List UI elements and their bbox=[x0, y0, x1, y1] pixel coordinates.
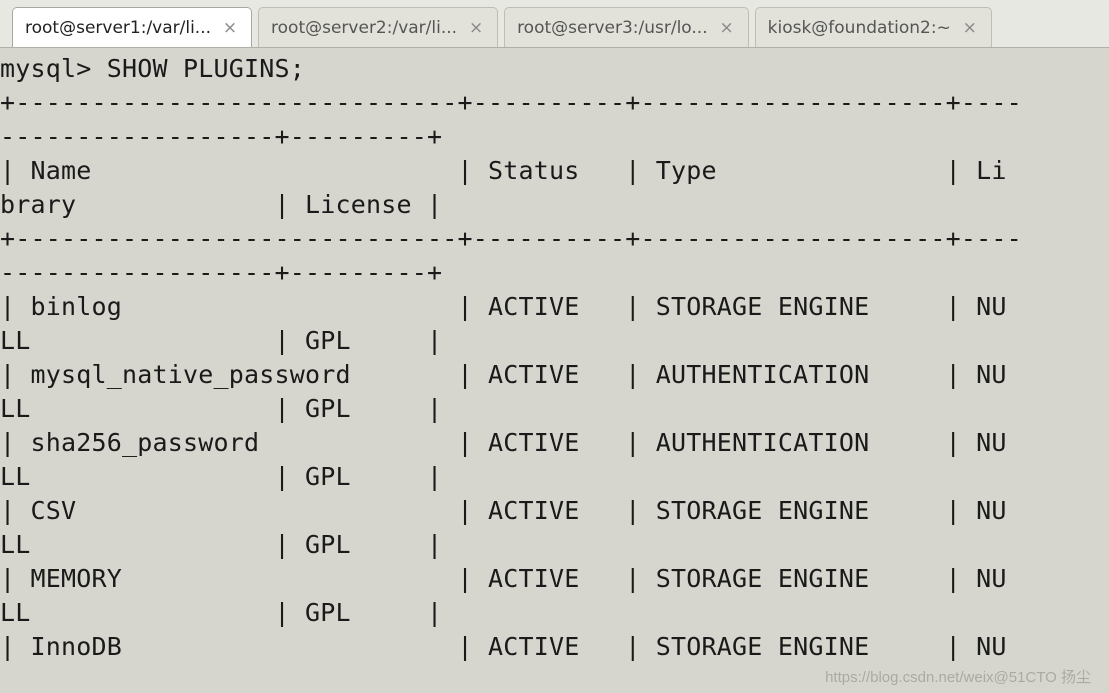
tab-server2[interactable]: root@server2:/var/li... × bbox=[258, 7, 498, 47]
tab-server3[interactable]: root@server3:/usr/lo... × bbox=[504, 7, 749, 47]
close-icon[interactable]: × bbox=[467, 18, 485, 38]
tab-foundation[interactable]: kiosk@foundation2:~ × bbox=[755, 7, 992, 47]
tabs-bar: root@server1:/var/li... × root@server2:/… bbox=[0, 0, 1109, 48]
tab-label: root@server3:/usr/lo... bbox=[517, 18, 708, 38]
close-icon[interactable]: × bbox=[961, 18, 979, 38]
tab-label: root@server1:/var/li... bbox=[25, 18, 211, 38]
close-icon[interactable]: × bbox=[221, 18, 239, 38]
terminal-output[interactable]: mysql> SHOW PLUGINS; +------------------… bbox=[0, 48, 1109, 664]
tab-label: root@server2:/var/li... bbox=[271, 18, 457, 38]
watermark: https://blog.csdn.net/weix@51CTO 扬尘 bbox=[825, 666, 1091, 687]
close-icon[interactable]: × bbox=[718, 18, 736, 38]
tab-server1[interactable]: root@server1:/var/li... × bbox=[12, 7, 252, 47]
tab-label: kiosk@foundation2:~ bbox=[768, 18, 951, 38]
